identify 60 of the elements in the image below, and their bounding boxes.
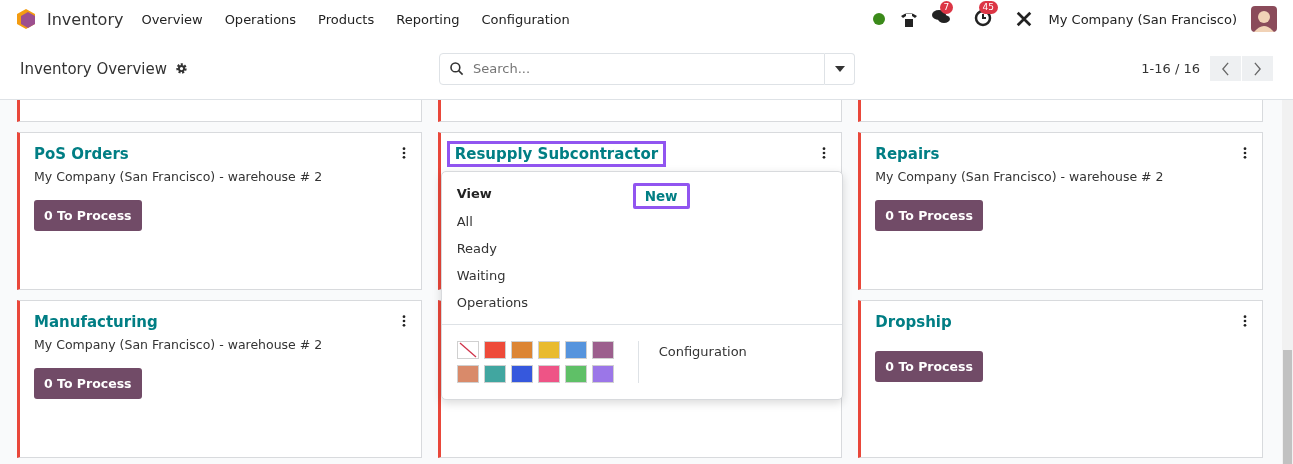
card-title[interactable]: Manufacturing — [31, 309, 161, 335]
app-name[interactable]: Inventory — [47, 9, 124, 29]
card-title[interactable]: PoS Orders — [31, 141, 132, 167]
view-heading: View — [456, 186, 492, 201]
menu-item[interactable]: Configuration — [481, 11, 570, 27]
color-swatch[interactable] — [564, 341, 587, 359]
menu-item[interactable]: Products — [318, 11, 375, 27]
color-swatch[interactable] — [537, 365, 560, 383]
more-options-icon[interactable] — [1243, 315, 1247, 327]
view-menu-item[interactable]: Waiting — [456, 262, 506, 289]
to-process-button[interactable]: 0 To Process — [875, 351, 983, 382]
user-avatar[interactable] — [1251, 6, 1277, 32]
color-swatch[interactable] — [456, 365, 479, 383]
chevron-left-icon — [1221, 61, 1230, 76]
more-options-icon[interactable] — [822, 147, 827, 159]
color-swatch[interactable] — [483, 365, 506, 383]
to-process-button[interactable]: 0 To Process — [875, 200, 983, 231]
card-title[interactable]: Repairs — [872, 141, 943, 167]
menu-item[interactable]: Operations — [224, 11, 297, 27]
search-field[interactable]: Search... — [439, 52, 825, 85]
card-title[interactable]: Resupply Subcontractor — [446, 141, 667, 167]
scrollbar[interactable] — [1282, 100, 1293, 464]
to-process-button[interactable]: 0 To Process — [34, 368, 142, 399]
color-swatch[interactable] — [564, 365, 587, 383]
search-icon — [449, 60, 465, 77]
warehouse-label: My Company (San Francisco) - warehouse # 2 — [875, 169, 1165, 184]
activity-count-badge: 45 — [978, 1, 998, 14]
page-title: Inventory Overview — [20, 59, 168, 78]
pager-value[interactable]: 1-16 / 16 — [1141, 61, 1200, 76]
view-menu-item[interactable]: Operations — [456, 289, 529, 316]
company-switcher[interactable]: My Company (San Francisco) — [1048, 11, 1237, 27]
previous-page-button[interactable] — [1210, 56, 1241, 81]
to-process-button[interactable]: 0 To Process — [34, 200, 142, 231]
caret-icon — [834, 65, 845, 72]
more-options-icon[interactable] — [401, 147, 406, 159]
view-menu-item[interactable]: All — [456, 208, 473, 235]
chevron-right-icon — [1253, 61, 1262, 76]
more-options-icon[interactable] — [1243, 147, 1247, 159]
next-page-button[interactable] — [1242, 56, 1273, 81]
color-swatch[interactable] — [537, 341, 560, 359]
new-link[interactable]: New — [632, 183, 690, 209]
no-color-swatch[interactable] — [456, 341, 479, 359]
cube-logo-icon[interactable] — [16, 8, 36, 30]
view-menu-item[interactable]: Ready — [456, 235, 497, 262]
warehouse-label: My Company (San Francisco) - warehouse # 2 — [34, 169, 324, 184]
menu-item[interactable]: Overview — [141, 11, 203, 27]
card-title[interactable]: Dropship — [872, 309, 955, 335]
color-swatch[interactable] — [510, 365, 533, 383]
more-options-icon[interactable] — [401, 315, 406, 327]
menu-item[interactable]: Reporting — [396, 11, 460, 27]
color-swatch[interactable] — [591, 365, 614, 383]
status-dot-icon — [872, 13, 885, 25]
color-swatch[interactable] — [510, 341, 533, 359]
color-swatch[interactable] — [591, 341, 614, 359]
color-swatch[interactable] — [483, 341, 506, 359]
configuration-link[interactable]: Configuration — [658, 344, 747, 359]
message-count-badge: 7 — [939, 1, 954, 14]
search-options-toggle[interactable] — [825, 52, 855, 85]
warehouse-label: My Company (San Francisco) - warehouse # 2 — [34, 337, 324, 352]
settings-icon[interactable] — [175, 62, 189, 75]
